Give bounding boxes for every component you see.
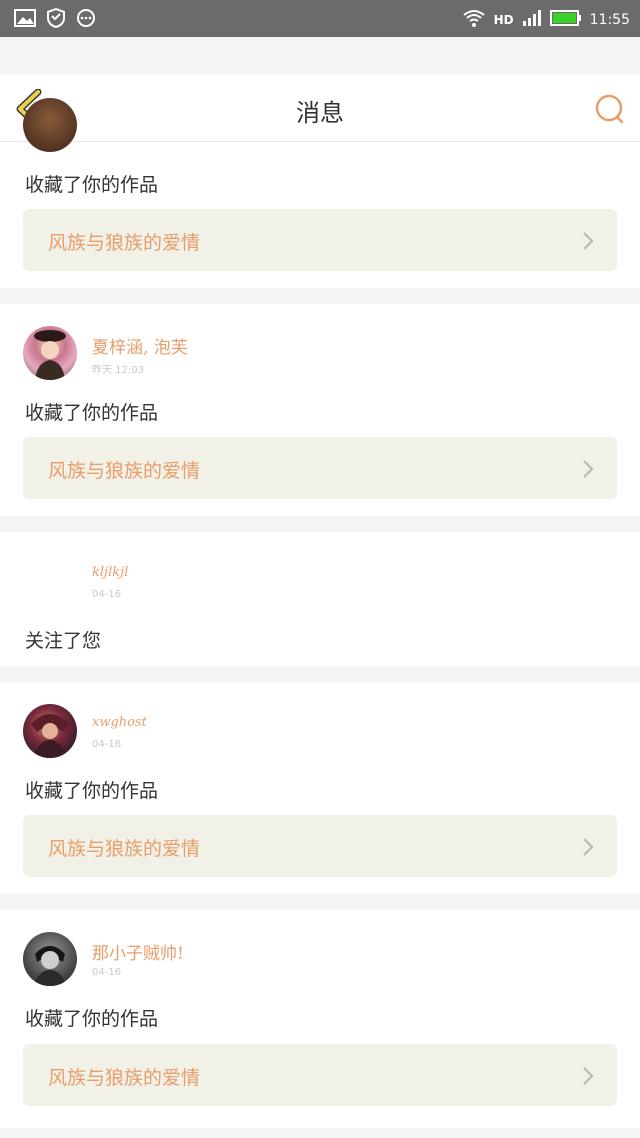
gallery-icon (14, 8, 36, 32)
message-card: 那小子贼帅! 04-16 收藏了你的作品 风族与狼族的爱情 (0, 910, 640, 1128)
message-card: kljlkjl 04-16 关注了您 (0, 532, 640, 666)
message-action: 收藏了你的作品 (25, 174, 159, 196)
chevron-right-icon (583, 838, 594, 856)
work-link[interactable]: 风族与狼族的爱情 (23, 209, 617, 271)
message-action: 关注了您 (25, 630, 102, 652)
chevron-right-icon (583, 1067, 594, 1085)
message-action: 收藏了你的作品 (25, 1008, 159, 1030)
message-card: 夏梓涵, 泡芙 昨天 12:03 收藏了你的作品 风族与狼族的爱情 (0, 304, 640, 516)
work-link[interactable]: 风族与狼族的爱情 (23, 815, 617, 877)
shield-icon (46, 7, 66, 32)
battery-icon (549, 9, 582, 31)
work-link[interactable]: 风族与狼族的爱情 (23, 437, 617, 499)
avatar[interactable] (23, 554, 77, 608)
avatar[interactable] (23, 704, 77, 758)
timestamp: 昨天 12:03 (92, 365, 144, 376)
search-icon (595, 94, 624, 124)
timestamp: 04-16 (92, 589, 122, 600)
work-title: 风族与狼族的爱情 (48, 1067, 201, 1089)
message-card: xwghost 04-16 收藏了你的作品 风族与狼族的爱情 (0, 682, 640, 894)
more-icon (76, 8, 96, 32)
work-title: 风族与狼族的爱情 (48, 460, 201, 482)
message-action: 收藏了你的作品 (25, 780, 159, 802)
username[interactable]: 那小子贼帅! (92, 939, 184, 964)
timestamp: 04-16 (92, 739, 122, 750)
avatar-portrait-icon (34, 330, 66, 380)
status-bar: HD 11:55 (0, 0, 640, 37)
avatar[interactable] (23, 326, 77, 380)
username[interactable]: xwghost (92, 715, 147, 730)
avatar-portrait-icon (31, 714, 69, 758)
avatar-portrait-icon (33, 946, 67, 986)
work-title: 风族与狼族的爱情 (48, 838, 201, 860)
username[interactable]: kljlkjl (92, 565, 128, 580)
search-button[interactable] (594, 93, 626, 125)
message-action: 收藏了你的作品 (25, 402, 159, 424)
avatar[interactable] (23, 932, 77, 986)
signal-icon (522, 9, 542, 31)
page-title: 消息 (296, 99, 344, 127)
message-card: 收藏了你的作品 风族与狼族的爱情 (0, 98, 640, 288)
chevron-right-icon (583, 460, 594, 478)
username[interactable]: 夏梓涵, 泡芙 (92, 333, 188, 358)
network-type-label: HD (493, 13, 514, 27)
nav-header: 消息 (0, 75, 640, 142)
avatar[interactable] (23, 98, 77, 152)
work-title: 风族与狼族的爱情 (48, 232, 201, 254)
chevron-right-icon (583, 232, 594, 250)
wifi-icon (462, 8, 486, 32)
timestamp: 04-16 (92, 967, 122, 978)
clock: 11:55 (589, 12, 630, 28)
work-link[interactable]: 风族与狼族的爱情 (23, 1044, 617, 1106)
